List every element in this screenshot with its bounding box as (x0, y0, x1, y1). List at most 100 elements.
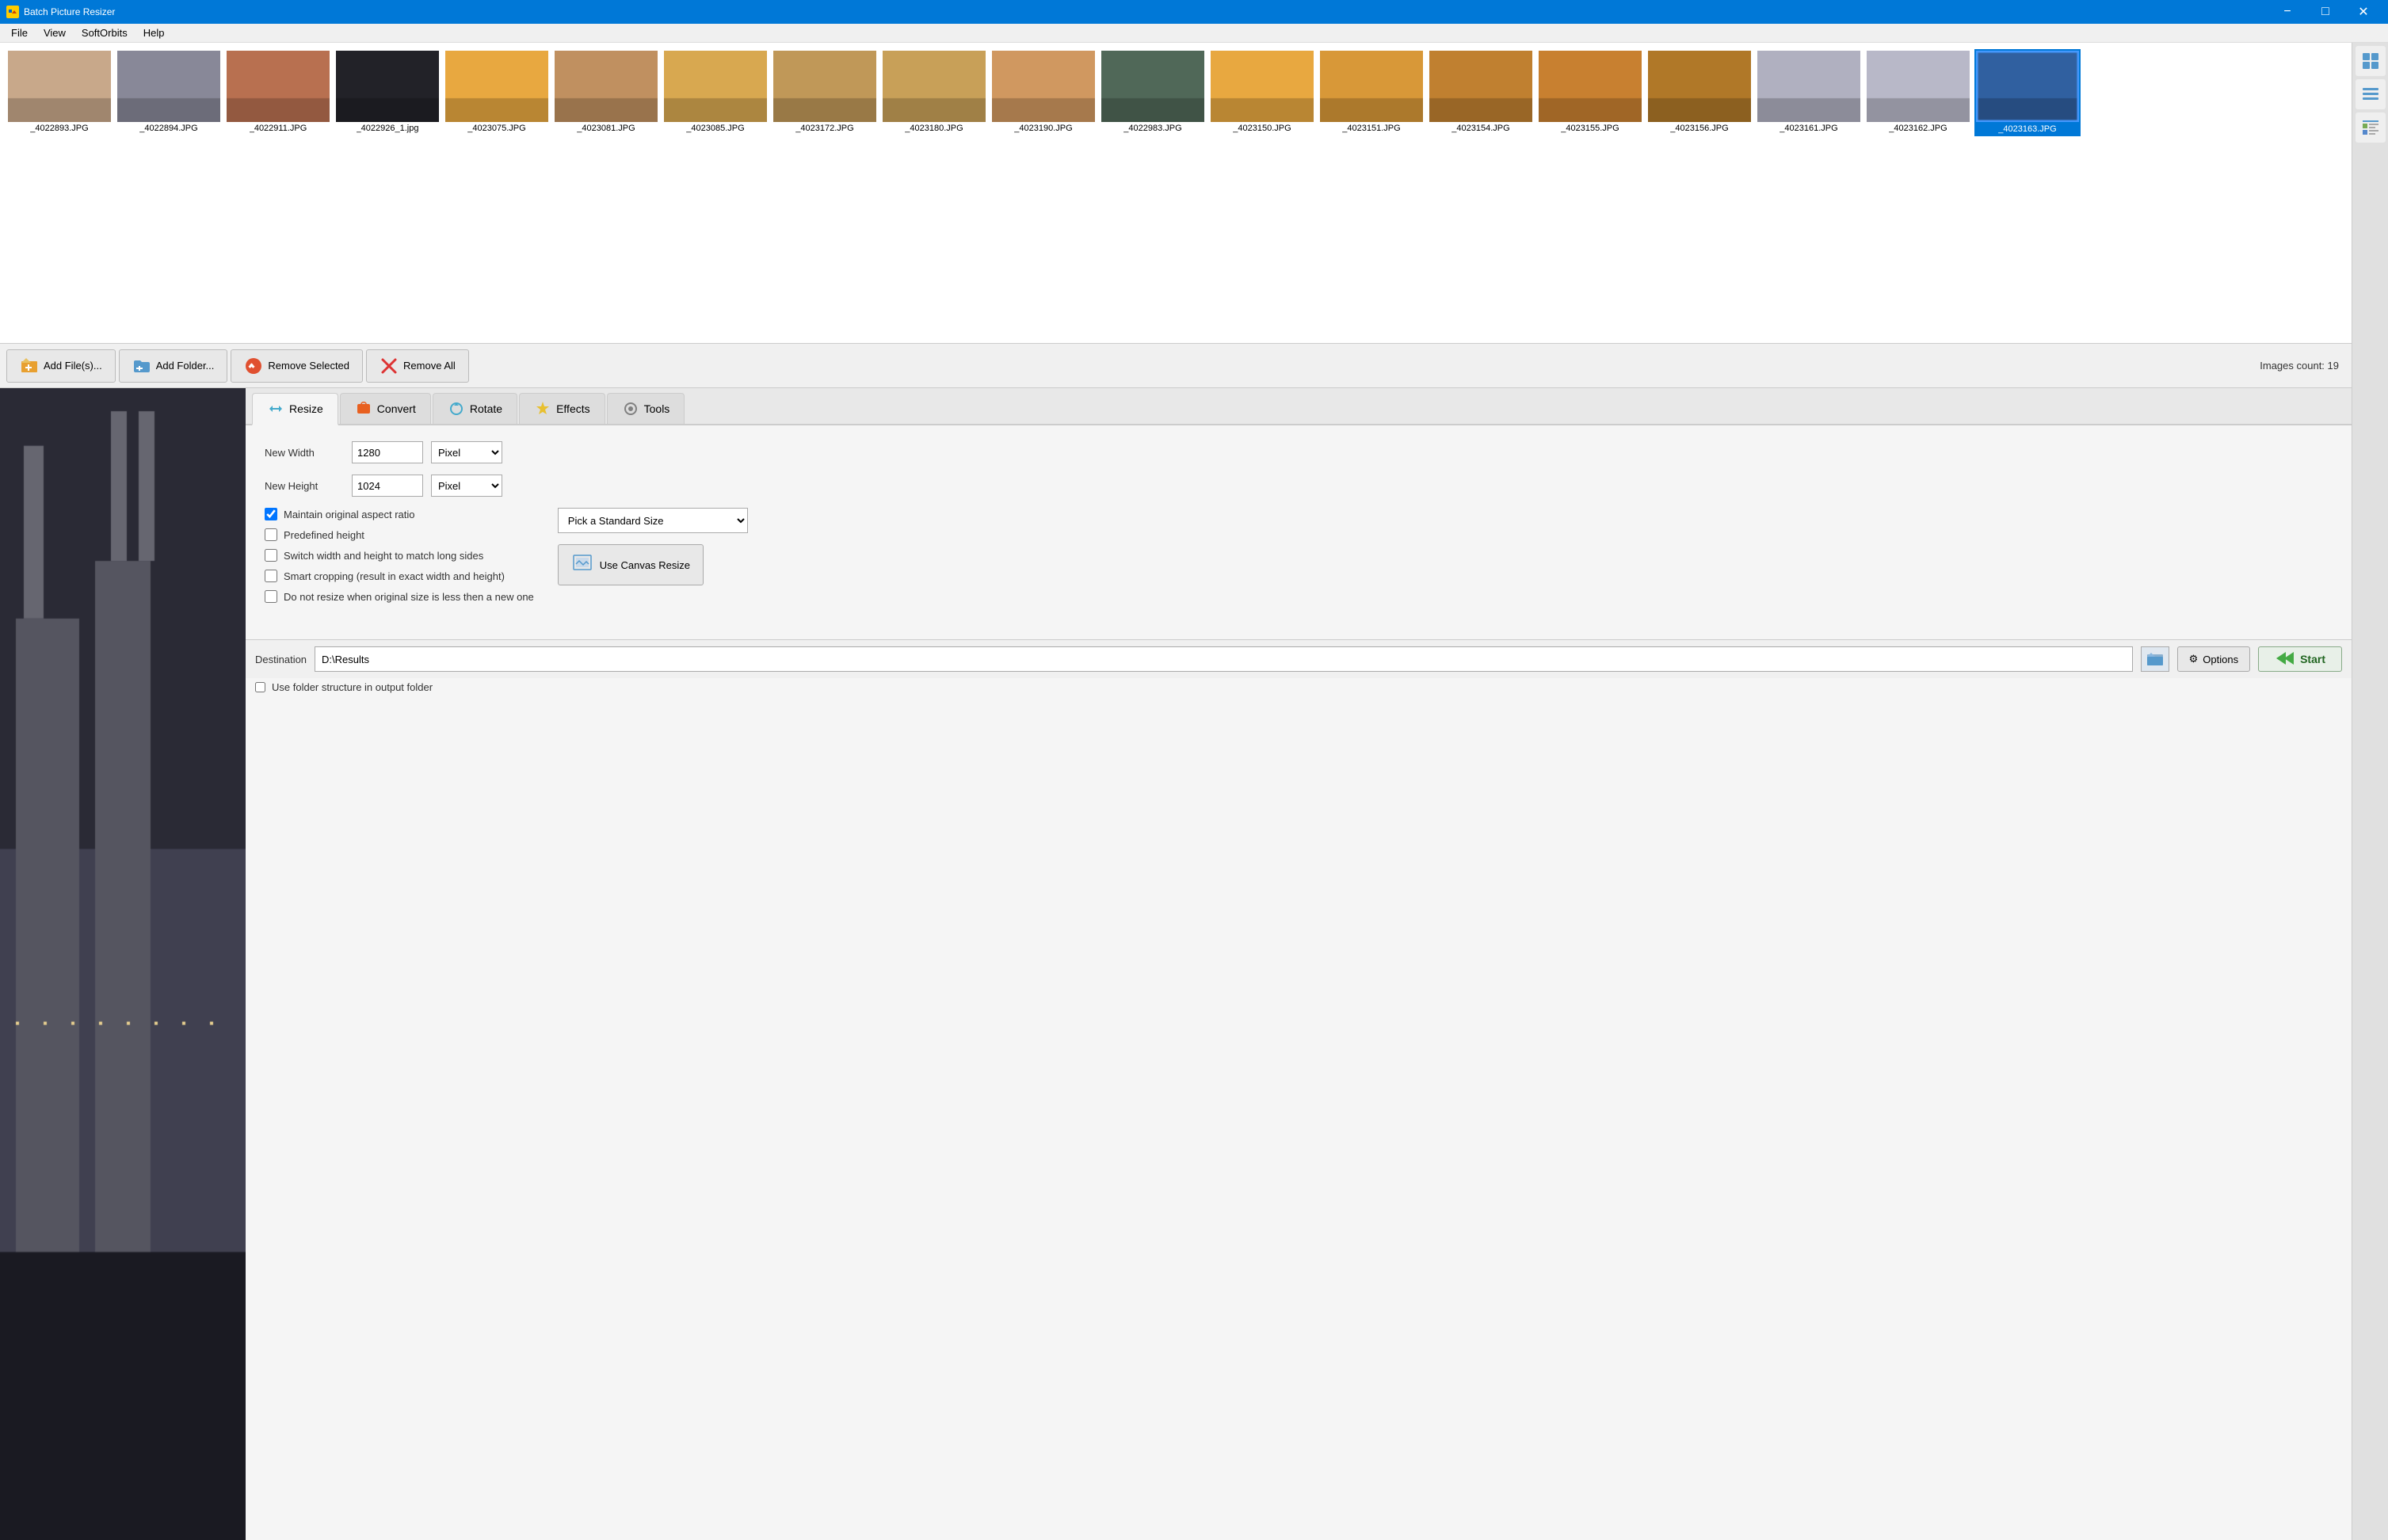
standard-size-select[interactable]: Pick a Standard Size640x480800x6001024x7… (558, 508, 748, 533)
destination-bar: Destination ⚙ Options (246, 639, 2352, 678)
do-not-resize-checkbox[interactable] (265, 590, 277, 603)
image-label: _4023085.JPG (686, 124, 744, 133)
minimize-button[interactable]: − (2269, 0, 2306, 24)
image-item[interactable]: _4022983.JPG (1100, 49, 1206, 136)
thumbnail-view-button[interactable] (2356, 46, 2386, 76)
remove-all-icon (380, 356, 399, 375)
options-button[interactable]: ⚙ Options (2177, 646, 2250, 672)
image-item[interactable]: _4023081.JPG (553, 49, 659, 136)
height-unit-select[interactable]: PixelPercentInchCm (431, 475, 502, 497)
list-view-button[interactable] (2356, 79, 2386, 109)
close-button[interactable]: ✕ (2345, 0, 2382, 24)
image-item[interactable]: _4023161.JPG (1756, 49, 1862, 136)
maintain-aspect-label: Maintain original aspect ratio (284, 509, 414, 520)
start-button[interactable]: Start (2258, 646, 2342, 672)
tabs-bar: Resize Convert RotateEffectsTools (246, 388, 2352, 425)
image-item[interactable]: _4022911.JPG (225, 49, 331, 136)
image-label: _4023081.JPG (577, 124, 635, 133)
do-not-resize-label: Do not resize when original size is less… (284, 591, 534, 603)
image-item[interactable]: _4023151.JPG (1318, 49, 1425, 136)
width-label: New Width (265, 447, 344, 459)
title-bar-left: Batch Picture Resizer (6, 6, 115, 18)
smart-cropping-label: Smart cropping (result in exact width an… (284, 570, 505, 582)
tab-convert[interactable]: Convert (340, 393, 431, 424)
add-folder-button[interactable]: Add Folder... (119, 349, 228, 383)
height-label: New Height (265, 480, 344, 492)
destination-input[interactable] (315, 646, 2133, 672)
image-item[interactable]: _4023163.JPG (1974, 49, 2081, 136)
smart-cropping-checkbox[interactable] (265, 570, 277, 582)
width-row: New Width PixelPercentInchCm (265, 441, 2333, 463)
tab-tools[interactable]: Tools (607, 393, 685, 424)
canvas-resize-label: Use Canvas Resize (600, 559, 690, 571)
image-item[interactable]: _4023150.JPG (1209, 49, 1315, 136)
switch-dimensions-label: Switch width and height to match long si… (284, 550, 483, 562)
tab-icon (355, 400, 372, 417)
image-label: _4022911.JPG (250, 124, 307, 133)
menu-item-softorbits[interactable]: SoftOrbits (74, 25, 135, 40)
smart-cropping-row: Smart cropping (result in exact width an… (265, 570, 534, 582)
options-label: Options (2203, 654, 2238, 665)
settings-content: New Width PixelPercentInchCm New Height … (246, 425, 2352, 639)
image-label: _4022894.JPG (139, 124, 197, 133)
use-canvas-resize-button[interactable]: Use Canvas Resize (558, 544, 704, 585)
width-unit-select[interactable]: PixelPercentInchCm (431, 441, 502, 463)
image-grid-container[interactable]: _4022893.JPG _4022894.JPG _4022911.JPG _402… (0, 43, 2352, 344)
tab-icon (622, 400, 639, 417)
tab-effects[interactable]: Effects (519, 393, 605, 424)
image-item[interactable]: _4022894.JPG (116, 49, 222, 136)
tab-label: Convert (377, 402, 416, 415)
maintain-aspect-checkbox[interactable] (265, 508, 277, 520)
width-input[interactable] (352, 441, 423, 463)
image-item[interactable]: _4023156.JPG (1646, 49, 1753, 136)
add-folder-label: Add Folder... (156, 360, 215, 372)
switch-dimensions-row: Switch width and height to match long si… (265, 549, 534, 562)
start-icon (2275, 650, 2294, 669)
remove-selected-button[interactable]: Remove Selected (231, 349, 363, 383)
maximize-button[interactable]: □ (2307, 0, 2344, 24)
image-item[interactable]: _4023154.JPG (1428, 49, 1534, 136)
image-label: _4023150.JPG (1233, 124, 1291, 133)
predefined-height-row: Predefined height (265, 528, 534, 541)
folder-structure-checkbox[interactable] (255, 682, 265, 692)
menu-item-view[interactable]: View (36, 25, 74, 40)
image-item[interactable]: _4022926_1.jpg (334, 49, 441, 136)
image-label: _4023155.JPG (1561, 124, 1619, 133)
image-label: _4023163.JPG (1995, 124, 2059, 135)
image-item[interactable]: _4023155.JPG (1537, 49, 1643, 136)
remove-selected-icon (244, 356, 263, 375)
title-bar-title: Batch Picture Resizer (24, 6, 115, 17)
switch-dimensions-checkbox[interactable] (265, 549, 277, 562)
canvas-icon (571, 551, 593, 578)
tab-icon (267, 400, 284, 417)
image-label: _4022983.JPG (1123, 124, 1181, 133)
toolbar-left: Add File(s)... Add Folder... (6, 349, 469, 383)
predefined-height-checkbox[interactable] (265, 528, 277, 541)
image-item[interactable]: _4023085.JPG (662, 49, 769, 136)
tab-icon (448, 400, 465, 417)
image-label: _4023156.JPG (1670, 124, 1728, 133)
image-item[interactable]: _4022893.JPG (6, 49, 113, 136)
height-input[interactable] (352, 475, 423, 497)
image-item[interactable]: _4023172.JPG (772, 49, 878, 136)
image-item[interactable]: _4023180.JPG (881, 49, 987, 136)
standard-size-row: Pick a Standard Size640x480800x6001024x7… (558, 508, 748, 533)
tab-rotate[interactable]: Rotate (433, 393, 517, 424)
image-item[interactable]: _4023162.JPG (1865, 49, 1971, 136)
image-item[interactable]: _4023190.JPG (990, 49, 1097, 136)
details-view-button[interactable] (2356, 112, 2386, 143)
menu-item-help[interactable]: Help (135, 25, 173, 40)
right-controls: Pick a Standard Size640x480800x6001024x7… (558, 508, 748, 585)
destination-section: Destination ⚙ Options (246, 639, 2352, 696)
predefined-height-label: Predefined height (284, 529, 364, 541)
tab-resize[interactable]: Resize (252, 393, 338, 425)
dest-browse-button[interactable] (2141, 646, 2169, 672)
preview-pane (0, 388, 246, 1540)
image-label: _4023180.JPG (905, 124, 963, 133)
add-files-button[interactable]: Add File(s)... (6, 349, 116, 383)
menu-item-file[interactable]: File (3, 25, 36, 40)
tab-icon (534, 400, 551, 417)
image-item[interactable]: _4023075.JPG (444, 49, 550, 136)
image-label: _4023154.JPG (1451, 124, 1509, 133)
remove-all-button[interactable]: Remove All (366, 349, 469, 383)
